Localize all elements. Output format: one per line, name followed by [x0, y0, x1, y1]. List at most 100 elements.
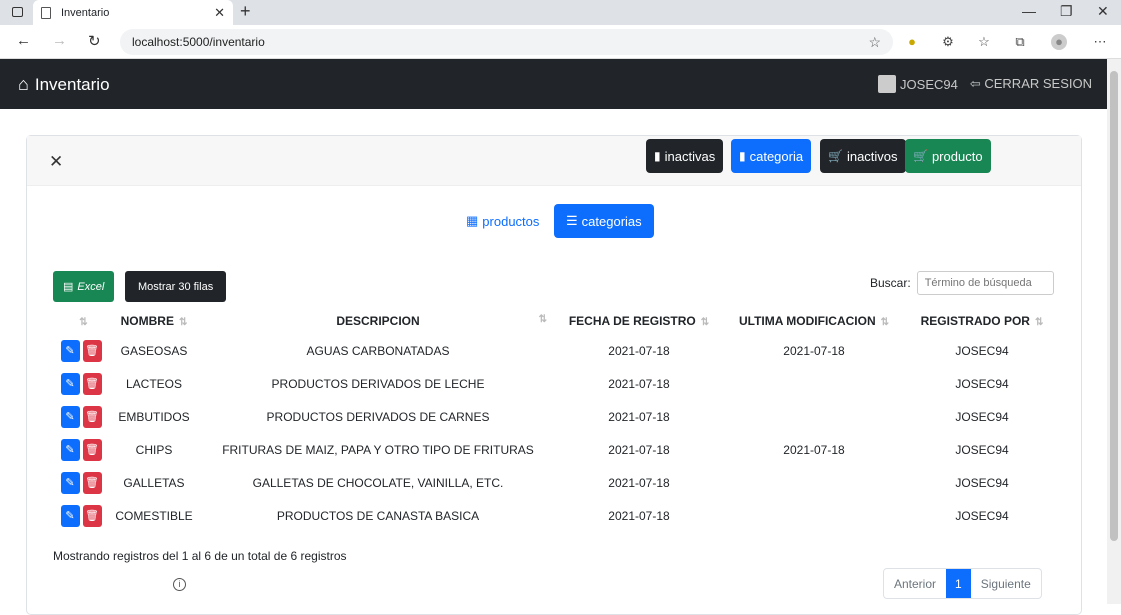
reload-icon[interactable]: ↻ — [88, 32, 101, 50]
url-field[interactable]: i localhost:5000/inventario ☆ — [120, 29, 893, 591]
scroll-thumb[interactable] — [1110, 71, 1118, 541]
back-icon[interactable]: ← — [16, 32, 31, 49]
delete-icon[interactable]: 🗑 — [82, 405, 102, 428]
actions-header[interactable]: ⇅ — [53, 308, 109, 334]
edit-icon[interactable]: ✎ — [60, 504, 80, 527]
search-area: Buscar: — [870, 271, 1054, 295]
prev-page-button[interactable]: Anterior — [884, 569, 946, 598]
categories-table: ⇅ NOMBRE ⇅ DESCRIPCION ⇅ FECHA DE REGISTRO… — [53, 308, 1057, 532]
cell-registrado-por: JOSEC94 — [955, 475, 1009, 490]
forward-icon[interactable]: → — [52, 32, 67, 49]
cell-fecha-registro: 2021-07-18 — [608, 508, 670, 523]
row-actions: ✎ 🗑 — [53, 367, 109, 400]
cell-descripcion: FRITURAS DE MAIZ, PAPA Y OTRO TIPO DE FR… — [222, 442, 534, 457]
cell-registrado-por: JOSEC94 — [955, 343, 1009, 358]
cart-icon: 🛒 — [913, 149, 928, 163]
sort-icon: ⇅ — [1034, 317, 1044, 328]
page-scrollbar[interactable] — [1107, 59, 1121, 604]
inactive-products-button[interactable]: 🛒 inactivos — [820, 139, 906, 173]
browser-tabbar: Inventario ✕ + — ❐ ✕ — [0, 0, 1121, 25]
cell-ultima-modificacion — [721, 400, 907, 433]
edit-icon[interactable]: ✎ — [60, 372, 80, 395]
new-product-button[interactable]: 🛒 producto — [905, 139, 991, 173]
extensions-icon[interactable]: ⚙ — [940, 34, 956, 50]
delete-icon[interactable]: 🗑 — [82, 372, 102, 395]
edit-icon[interactable]: ✎ — [60, 471, 80, 494]
favorite-icon[interactable]: ☆ — [868, 34, 881, 51]
extension-icon[interactable]: ● — [904, 34, 920, 50]
cell-nombre: EMBUTIDOS — [118, 409, 190, 424]
tab-categorias[interactable]: ☰ categorias — [554, 204, 654, 238]
search-input[interactable] — [916, 271, 1054, 295]
restore-icon[interactable]: ❐ — [1060, 3, 1073, 20]
cell-nombre: CHIPS — [135, 442, 173, 457]
new-category-label: categoria — [749, 148, 804, 164]
edit-icon[interactable]: ✎ — [60, 405, 80, 428]
inactive-products-label: inactivos — [846, 148, 898, 164]
header-registrado-por[interactable]: REGISTRADO POR ⇅ — [907, 308, 1057, 334]
header-ultima-modificacion[interactable]: ULTIMA MODIFICACION ⇅ — [721, 308, 907, 334]
tab-categorias-label: categorias — [581, 213, 642, 229]
excel-icon: ▤ — [63, 281, 74, 293]
show-rows-label: Mostrar 30 filas — [138, 280, 214, 293]
address-bar: ← → ↻ i localhost:5000/inventario ☆ ● ⚙ … — [0, 25, 1121, 591]
new-category-button[interactable]: ▮ categoria — [731, 139, 812, 173]
header-descripcion-label: DESCRIPCION — [336, 314, 420, 328]
tab-productos-label: productos — [482, 213, 540, 229]
table-row: ✎ 🗑 LACTEOS PRODUCTOS DERIVADOS DE LECHE 202… — [53, 367, 1057, 400]
row-actions: ✎ 🗑 — [53, 433, 109, 466]
delete-icon[interactable]: 🗑 — [82, 339, 102, 362]
cell-ultima-modificacion — [721, 367, 907, 400]
favorites-bar-icon[interactable]: ☆ — [976, 34, 992, 50]
table-header-row: ⇅ NOMBRE ⇅ DESCRIPCION ⇅ FECHA DE REGISTRO… — [53, 308, 1057, 334]
header-descripcion[interactable]: DESCRIPCION ⇅ — [199, 308, 557, 334]
close-tab-icon[interactable]: ✕ — [214, 5, 225, 21]
sort-icon: ⇅ — [178, 317, 188, 328]
cell-descripcion: PRODUCTOS DERIVADOS DE CARNES — [266, 409, 490, 424]
cell-nombre: COMESTIBLE — [115, 508, 193, 523]
show-rows-button[interactable]: Mostrar 30 filas — [125, 271, 227, 302]
browser-tab[interactable]: Inventario ✕ — [33, 0, 233, 25]
tab-productos[interactable]: ▦ productos — [454, 204, 551, 238]
subnav: ▦ productos ☰ categorias — [0, 204, 1107, 238]
row-actions: ✎ 🗑 — [53, 400, 109, 433]
delete-icon[interactable]: 🗑 — [82, 471, 102, 494]
window-menu-icon[interactable] — [12, 7, 23, 17]
header-fecha-registro[interactable]: FECHA DE REGISTRO ⇅ — [557, 308, 721, 334]
edit-icon[interactable]: ✎ — [60, 339, 80, 362]
brand-link[interactable]: ⌂ Inventario — [18, 74, 110, 95]
header-nombre-label: NOMBRE — [120, 314, 174, 328]
inactive-categories-button[interactable]: ▮ inactivas — [646, 139, 724, 173]
delete-icon[interactable]: 🗑 — [82, 504, 102, 527]
cell-nombre: GALLETAS — [123, 475, 185, 490]
edit-icon[interactable]: ✎ — [60, 438, 80, 461]
row-actions: ✎ 🗑 — [53, 334, 109, 367]
cell-fecha-registro: 2021-07-18 — [608, 343, 670, 358]
minimize-icon[interactable]: — — [1022, 3, 1036, 19]
page-1-button[interactable]: 1 — [946, 569, 971, 598]
brand-title: Inventario — [34, 74, 110, 94]
url-text: localhost:5000/inventario — [132, 35, 265, 49]
cell-descripcion: AGUAS CARBONATADAS — [306, 343, 450, 358]
close-icon[interactable]: ✕ — [49, 152, 63, 172]
cell-ultima-modificacion: 2021-07-18 — [783, 343, 845, 358]
navbar-user-area: JOSEC94 ⇦ CERRAR SESION — [878, 75, 1092, 93]
new-tab-icon[interactable]: + — [240, 1, 251, 22]
header-fecha-label: FECHA DE REGISTRO — [568, 314, 696, 328]
logout-link[interactable]: ⇦ CERRAR SESION — [970, 76, 1092, 92]
more-icon[interactable]: ⋯ — [1092, 34, 1108, 50]
collections-icon[interactable]: ⧉ — [1012, 34, 1028, 50]
profile-icon[interactable]: ● — [1051, 34, 1067, 50]
username[interactable]: JOSEC94 — [900, 77, 958, 92]
header-nombre[interactable]: NOMBRE ⇅ — [109, 308, 199, 334]
header-registrado-label: REGISTRADO POR — [920, 314, 1030, 328]
cell-fecha-registro: 2021-07-18 — [608, 475, 670, 490]
close-window-icon[interactable]: ✕ — [1097, 3, 1109, 20]
excel-button[interactable]: ▤ Excel — [53, 271, 115, 302]
cart-icon: 🛒 — [828, 149, 843, 163]
cell-registrado-por: JOSEC94 — [955, 442, 1009, 457]
next-page-button[interactable]: Siguiente — [971, 569, 1041, 598]
table-info: Mostrando registros del 1 al 6 de un tot… — [53, 549, 347, 563]
delete-icon[interactable]: 🗑 — [82, 438, 102, 461]
cell-descripcion: GALLETAS DE CHOCOLATE, VAINILLA, ETC. — [252, 475, 504, 490]
